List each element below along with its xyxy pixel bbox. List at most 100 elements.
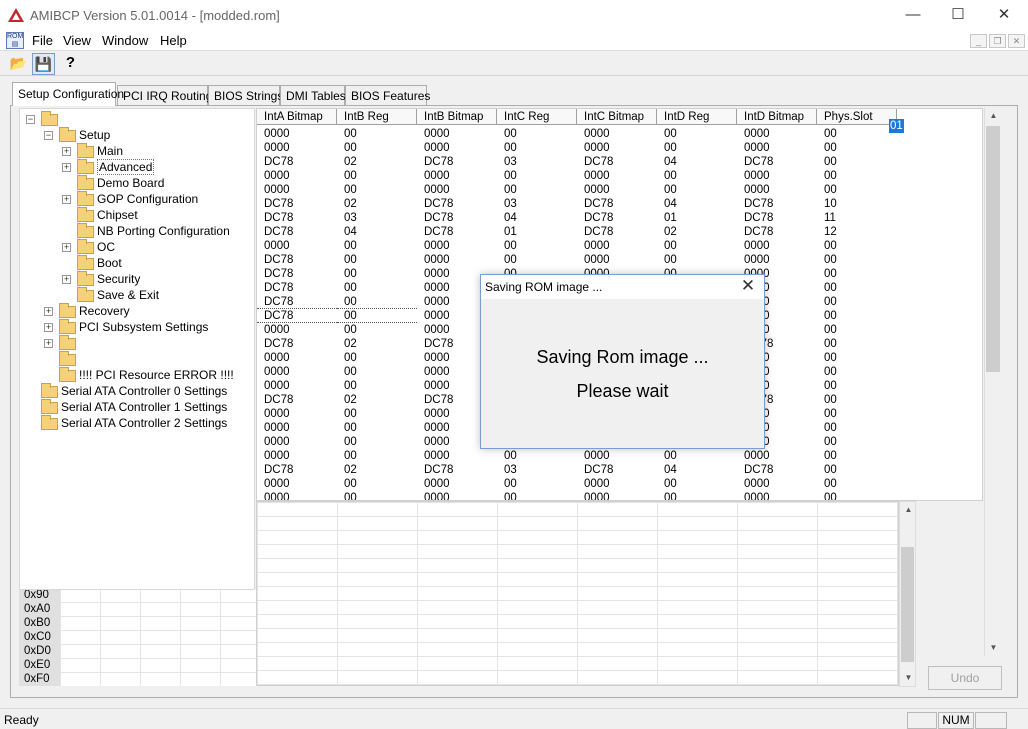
grid-cell[interactable]: 00 [497, 169, 577, 183]
grid-cell[interactable]: 00 [817, 141, 897, 155]
column-header[interactable]: IntB Bitmap [417, 109, 497, 125]
grid-cell[interactable]: 00 [337, 365, 417, 379]
grid-cell[interactable]: 00 [817, 155, 897, 169]
grid-cell[interactable]: 00 [817, 491, 897, 500]
grid-cell[interactable]: 0000 [257, 491, 337, 500]
grid-cell[interactable]: 00 [817, 127, 897, 141]
tree-item[interactable]: NB Porting Configuration [20, 223, 254, 239]
tree-item[interactable]: + Recovery [20, 303, 254, 319]
grid-cell[interactable]: 00 [497, 239, 577, 253]
grid-cell[interactable]: DC78 [257, 267, 337, 281]
tree-item[interactable]: + Advanced [20, 159, 254, 175]
grid-cell[interactable]: DC78 [577, 225, 657, 239]
column-header[interactable]: IntB Reg [337, 109, 417, 125]
tree-item[interactable]: Boot [20, 255, 254, 271]
grid-cell[interactable]: 0000 [417, 127, 497, 141]
tree-item[interactable]: Save & Exit [20, 287, 254, 303]
menu-file[interactable]: File [32, 33, 53, 48]
grid-cell[interactable]: 00 [657, 491, 737, 500]
grid-cell[interactable]: DC78 [737, 211, 817, 225]
grid-cell[interactable]: 00 [497, 183, 577, 197]
grid-cell[interactable]: DC78 [257, 211, 337, 225]
tree-item[interactable]: + PCI Subsystem Settings [20, 319, 254, 335]
tree-item[interactable]: Serial ATA Controller 0 Settings [20, 383, 254, 399]
grid-cell[interactable]: DC78 [417, 225, 497, 239]
expand-plus-icon[interactable]: + [44, 339, 53, 348]
grid-cell[interactable]: DC78 [577, 463, 657, 477]
grid-cell[interactable]: 0000 [737, 491, 817, 500]
hex-scroll-up-arrow-icon[interactable]: ▲ [900, 502, 917, 518]
grid-cell[interactable]: 0000 [577, 491, 657, 500]
grid-cell[interactable]: 0000 [257, 239, 337, 253]
tree-item[interactable]: + Security [20, 271, 254, 287]
mdi-minimize-button[interactable]: _ [970, 34, 987, 48]
maximize-button[interactable]: ☐ [935, 0, 981, 31]
grid-cell[interactable]: 00 [337, 379, 417, 393]
grid-cell[interactable]: 04 [657, 463, 737, 477]
grid-cell[interactable]: 00 [337, 239, 417, 253]
tab-dmi-tables[interactable]: DMI Tables [280, 85, 346, 105]
hex-scroll-down-arrow-icon[interactable]: ▼ [900, 670, 917, 686]
grid-cell[interactable]: 00 [337, 141, 417, 155]
menu-window[interactable]: Window [102, 33, 148, 48]
grid-cell[interactable]: 0000 [257, 351, 337, 365]
grid-cell[interactable]: DC78 [257, 295, 337, 309]
collapse-minus-icon[interactable]: − [26, 115, 35, 124]
grid-cell[interactable]: DC78 [257, 309, 337, 323]
grid-cell[interactable]: 0000 [257, 323, 337, 337]
grid-cell[interactable]: 0000 [577, 239, 657, 253]
grid-cell[interactable]: 0000 [737, 253, 817, 267]
grid-cell[interactable]: 00 [817, 281, 897, 295]
grid-cell[interactable]: DC78 [257, 197, 337, 211]
hex-grid[interactable] [256, 501, 899, 686]
grid-cell[interactable]: 0000 [257, 141, 337, 155]
grid-cell[interactable]: 0000 [417, 183, 497, 197]
grid-cell[interactable]: 0000 [257, 365, 337, 379]
dialog-close-icon[interactable]: ✕ [738, 276, 758, 296]
grid-cell[interactable]: 02 [337, 155, 417, 169]
column-header[interactable]: IntA Bitmap [257, 109, 337, 125]
grid-cell[interactable]: DC78 [577, 211, 657, 225]
grid-cell[interactable]: DC78 [737, 197, 817, 211]
open-folder-icon[interactable]: 📂 [7, 53, 30, 75]
save-disk-icon[interactable]: 💾 [32, 53, 55, 75]
grid-cell[interactable]: 00 [817, 309, 897, 323]
grid-cell[interactable]: 00 [657, 141, 737, 155]
column-header[interactable]: IntD Reg [657, 109, 737, 125]
scroll-thumb[interactable] [986, 126, 1000, 372]
grid-cell[interactable]: 02 [337, 337, 417, 351]
grid-cell[interactable]: 00 [337, 477, 417, 491]
grid-cell[interactable]: 00 [657, 183, 737, 197]
grid-cell[interactable]: 0000 [417, 491, 497, 500]
grid-cell[interactable]: 00 [337, 323, 417, 337]
grid-cell[interactable]: 00 [337, 267, 417, 281]
tree-item[interactable]: − Setup [20, 127, 254, 143]
grid-cell[interactable]: 0000 [577, 169, 657, 183]
hex-scroll-thumb[interactable] [901, 547, 914, 662]
grid-cell[interactable]: 0000 [737, 183, 817, 197]
grid-cell[interactable]: 00 [497, 127, 577, 141]
grid-cell[interactable]: 00 [657, 449, 737, 463]
grid-cell[interactable]: 00 [657, 169, 737, 183]
grid-cell[interactable]: DC78 [417, 155, 497, 169]
grid-cell[interactable]: 00 [337, 309, 417, 323]
grid-cell[interactable]: 11 [817, 211, 897, 225]
grid-cell[interactable]: 0000 [577, 477, 657, 491]
grid-cell[interactable]: 00 [497, 449, 577, 463]
grid-cell[interactable]: 00 [337, 183, 417, 197]
grid-cell[interactable]: DC78 [257, 393, 337, 407]
grid-cell[interactable]: 00 [337, 295, 417, 309]
tree-item[interactable]: + OC [20, 239, 254, 255]
grid-cell[interactable]: 00 [337, 421, 417, 435]
grid-cell[interactable]: 04 [657, 155, 737, 169]
grid-cell[interactable]: 0000 [257, 379, 337, 393]
grid-cell[interactable]: 04 [657, 197, 737, 211]
tree-item[interactable]: Demo Board [20, 175, 254, 191]
grid-cell[interactable]: DC78 [417, 197, 497, 211]
grid-cell[interactable]: 00 [817, 295, 897, 309]
grid-cell[interactable]: 02 [337, 393, 417, 407]
expand-plus-icon[interactable]: + [62, 147, 71, 156]
grid-cell[interactable]: 00 [817, 435, 897, 449]
expand-plus-icon[interactable]: + [44, 323, 53, 332]
expand-plus-icon[interactable]: + [62, 243, 71, 252]
